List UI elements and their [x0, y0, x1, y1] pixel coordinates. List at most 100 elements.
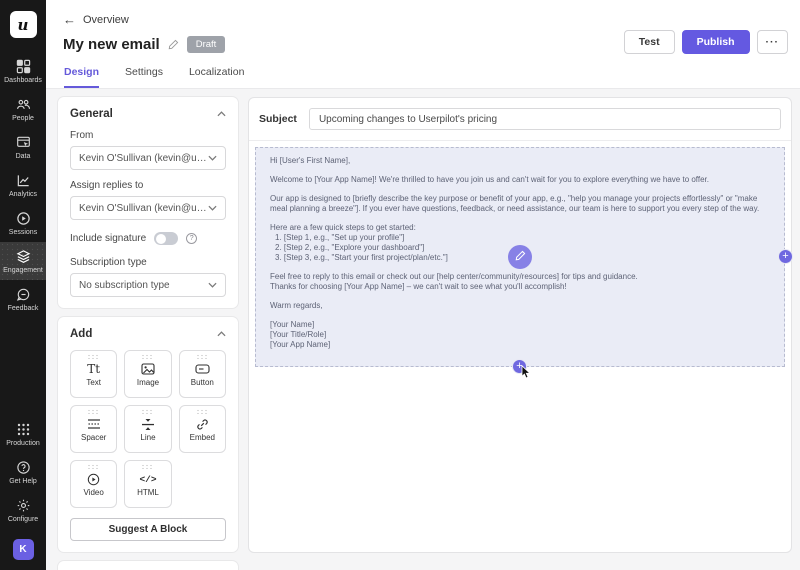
feedback-icon — [16, 287, 31, 302]
assign-replies-label: Assign replies to — [70, 180, 226, 191]
subscription-type-select[interactable]: No subscription type — [70, 273, 226, 297]
block-label: Video — [84, 488, 104, 497]
sidebar-item-get-help[interactable]: Get Help — [0, 453, 46, 491]
sidebar-item-label: Feedback — [8, 305, 39, 312]
assign-replies-select[interactable]: Kevin O'Sullivan (kevin@userpilot.... — [70, 196, 226, 220]
sidebar-item-configure[interactable]: Configure — [0, 491, 46, 529]
assign-replies-value: Kevin O'Sullivan (kevin@userpilot.... — [79, 203, 208, 214]
subscription-type-label: Subscription type — [70, 257, 226, 268]
edit-title-pencil-icon[interactable] — [168, 39, 179, 50]
app-window: u Dashboards People Data Analytics Sessi… — [0, 0, 800, 570]
sidebar-item-sessions[interactable]: Sessions — [0, 204, 46, 242]
body-step-line: 1. [Step 1, e.g., "Set up your profile"] — [270, 233, 770, 243]
html-block-icon: </> — [139, 471, 156, 487]
tab-design[interactable]: Design — [64, 66, 99, 88]
body-line: [Your App Name] — [270, 340, 770, 350]
edit-block-button[interactable] — [508, 245, 532, 269]
suggest-a-block-button[interactable]: Suggest A Block — [70, 518, 226, 541]
general-card: General From Kevin O'Sullivan (kevin@use… — [58, 97, 238, 308]
dashboards-icon — [16, 59, 31, 74]
block-tile-line[interactable]: Line — [124, 405, 171, 453]
text-block-icon: Tt — [87, 361, 100, 377]
engagement-icon — [16, 249, 31, 264]
drag-handle-icon — [141, 464, 154, 469]
block-label: Line — [140, 433, 155, 442]
block-tile-video[interactable]: Video — [70, 460, 117, 508]
get-help-icon — [16, 460, 31, 475]
block-tile-spacer[interactable]: Spacer — [70, 405, 117, 453]
body-paragraph: Thanks for choosing [Your App Name] – we… — [270, 282, 770, 292]
block-label: Image — [137, 378, 159, 387]
sidebar-item-dashboards[interactable]: Dashboards — [0, 52, 46, 90]
add-blocks-card: Add Tt Text Image — [58, 317, 238, 552]
body-line: [Your Name] — [270, 320, 770, 330]
general-title: General — [70, 108, 113, 120]
add-block-below-button[interactable]: + — [512, 359, 527, 374]
signature-row: Include signature ? — [70, 232, 226, 245]
more-options-button[interactable]: ··· — [757, 30, 789, 54]
back-link[interactable]: ← Overview — [63, 13, 129, 26]
add-block-right-button[interactable]: + — [778, 249, 793, 264]
style-card: Style — [58, 561, 238, 570]
sidebar-item-label: Get Help — [9, 478, 37, 485]
sidebar-item-analytics[interactable]: Analytics — [0, 166, 46, 204]
block-tile-image[interactable]: Image — [124, 350, 171, 398]
chevron-up-icon — [217, 331, 226, 337]
page-title: My new email — [63, 36, 160, 53]
add-section-header[interactable]: Add — [70, 328, 226, 340]
block-tile-html[interactable]: </> HTML — [124, 460, 171, 508]
sidebar-item-people[interactable]: People — [0, 90, 46, 128]
sidebar-item-production[interactable]: Production — [0, 415, 46, 453]
from-value: Kevin O'Sullivan (kevin@userpilot.... — [79, 153, 208, 164]
video-block-icon — [87, 471, 100, 487]
block-tile-button[interactable]: Button — [179, 350, 226, 398]
publish-button[interactable]: Publish — [682, 30, 750, 54]
tab-localization[interactable]: Localization — [189, 66, 244, 88]
general-section-header[interactable]: General — [70, 108, 226, 120]
chevron-up-icon — [217, 111, 226, 117]
email-canvas: Subject Hi [User's First Name], Welcome … — [248, 97, 792, 553]
block-tile-embed[interactable]: Embed — [179, 405, 226, 453]
line-block-icon — [141, 416, 155, 432]
from-select[interactable]: Kevin O'Sullivan (kevin@userpilot.... — [70, 146, 226, 170]
userpilot-logo[interactable]: u — [10, 11, 37, 38]
body-paragraph: Warm regards, — [270, 301, 770, 311]
sidebar-item-label: People — [12, 115, 34, 122]
subject-row: Subject — [249, 98, 791, 141]
subject-input[interactable] — [309, 108, 781, 130]
pencil-icon — [515, 248, 526, 266]
sidebar-item-engagement[interactable]: Engagement — [0, 242, 46, 280]
chevron-down-icon — [208, 155, 217, 161]
body-paragraph: Our app is designed to [briefly describe… — [270, 194, 770, 214]
sidebar-item-label: Production — [6, 440, 39, 447]
block-tile-text[interactable]: Tt Text — [70, 350, 117, 398]
drag-handle-icon — [196, 409, 209, 414]
sidebar-item-feedback[interactable]: Feedback — [0, 280, 46, 318]
body-line: Feel free to reply to this email or chec… — [270, 272, 770, 282]
subject-label: Subject — [259, 113, 297, 125]
user-avatar[interactable]: K — [13, 539, 34, 560]
include-signature-toggle[interactable] — [154, 232, 178, 245]
tab-settings[interactable]: Settings — [125, 66, 163, 88]
sidebar-item-label: Analytics — [9, 191, 37, 198]
test-button[interactable]: Test — [624, 30, 675, 54]
button-block-icon — [195, 361, 210, 377]
spacer-block-icon — [87, 416, 101, 432]
back-label: Overview — [83, 14, 129, 26]
main-area: ← Overview My new email Draft Test Publi… — [46, 0, 800, 570]
sidebar-item-label: Sessions — [9, 229, 37, 236]
configure-icon — [16, 498, 31, 513]
sidebar-item-data[interactable]: Data — [0, 128, 46, 166]
data-icon — [16, 135, 31, 150]
add-title: Add — [70, 328, 92, 340]
sidebar-item-label: Engagement — [3, 267, 43, 274]
block-label: Embed — [190, 433, 215, 442]
block-label: HTML — [137, 488, 159, 497]
signature-help-icon[interactable]: ? — [186, 233, 197, 244]
top-actions: Test Publish ··· — [624, 30, 788, 54]
block-label: Text — [86, 378, 101, 387]
from-label: From — [70, 130, 226, 141]
top-bar: ← Overview My new email Draft Test Publi… — [46, 0, 800, 89]
include-signature-label: Include signature — [70, 233, 146, 244]
chevron-down-icon — [208, 282, 217, 288]
